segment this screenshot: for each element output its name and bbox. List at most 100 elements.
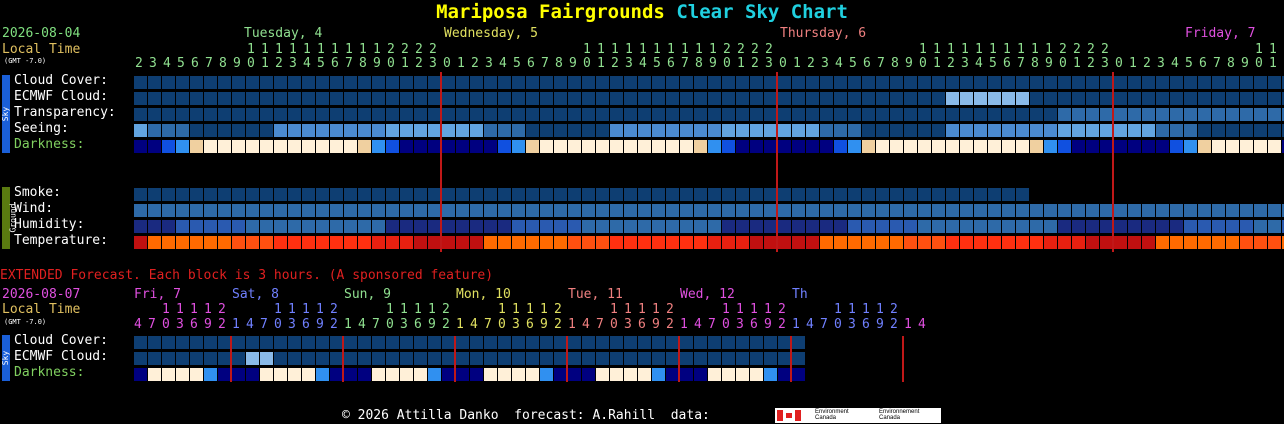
ecmwf-cloud-cell [848,92,861,105]
humidity-cell [918,220,931,233]
extended-darkness-cell [190,368,203,381]
extended-cloud-cell [386,336,399,349]
environment-canada-logo[interactable]: Environment Canada Environnement Canada [775,408,941,423]
darkness-cell [274,140,287,153]
darkness-cell [456,140,469,153]
darkness-cell [834,140,847,153]
extended-ecmwf-cell [274,352,287,365]
seeing-cell [1002,124,1015,137]
transparency-cell [750,108,763,121]
wind-cell [1002,204,1015,217]
transparency-cell [498,108,511,121]
extended-ecmwf-cell [316,352,329,365]
extended-ecmwf-cell [204,352,217,365]
wind-cell [1268,204,1281,217]
darkness-cell [848,140,861,153]
darkness-cell [302,140,315,153]
temperature-cell [596,236,609,249]
darkness-cell [792,140,805,153]
extended-darkness-cell [722,368,735,381]
cloud-cover-cell [610,76,623,89]
extended-day-label: Th [792,287,808,302]
ecmwf-cloud-cell [302,92,315,105]
hour-ones-digit: 8 [555,56,563,71]
seeing-cell [1142,124,1155,137]
ecmwf-cloud-cell [498,92,511,105]
extended-ecmwf-cell [680,352,693,365]
extended-darkness-cell [680,368,693,381]
wind-cell [414,204,427,217]
transparency-cell [162,108,175,121]
humidity-cell [148,220,161,233]
smoke-cell [946,188,959,201]
humidity-cell [694,220,707,233]
extended-cloud-cell [638,336,651,349]
humidity-cell [1086,220,1099,233]
darkness-cell [162,140,175,153]
temperature-cell [260,236,273,249]
hour-ones-digit: 8 [359,56,367,71]
extended-hour-tens-digit: 1 [540,302,548,317]
wind-cell [848,204,861,217]
wind-cell [246,204,259,217]
humidity-cell [162,220,175,233]
hour-ones-digit: 0 [583,56,591,71]
wind-cell [960,204,973,217]
extended-hour-ones-digit: 7 [596,317,604,332]
humidity-cell [498,220,511,233]
transparency-cell [1268,108,1281,121]
hour-tens-digit: 1 [1017,42,1025,57]
darkness-cell [946,140,959,153]
hour-ones-digit: 1 [1073,56,1081,71]
humidity-cell [1142,220,1155,233]
transparency-cell [904,108,917,121]
darkness-label: Darkness: [14,137,85,152]
cloud-cover-cell [568,76,581,89]
extended-ecmwf-cell [694,352,707,365]
humidity-cell [484,220,497,233]
extended-cloud-cell [274,336,287,349]
darkness-cell [1128,140,1141,153]
humidity-cell [890,220,903,233]
darkness-cell [1030,140,1043,153]
ecmwf-cloud-cell [358,92,371,105]
extended-cloud-cell [176,336,189,349]
extended-cloud-cell [204,336,217,349]
hour-ones-digit: 9 [373,56,381,71]
humidity-label: Humidity: [14,217,85,232]
extended-hour-tens-digit: 1 [176,302,184,317]
smoke-cell [988,188,1001,201]
hour-tens-digit: 1 [303,42,311,57]
extended-cloud-cell [610,336,623,349]
cloud-cover-cell [862,76,875,89]
wind-cell [148,204,161,217]
cloud-cover-cell [1086,76,1099,89]
darkness-cell [932,140,945,153]
seeing-cell [1254,124,1267,137]
darkness-cell [344,140,357,153]
smoke-cell [176,188,189,201]
darkness-cell [512,140,525,153]
seeing-cell [890,124,903,137]
hour-ones-digit: 9 [709,56,717,71]
transparency-cell [526,108,539,121]
ecmwf-cloud-cell [344,92,357,105]
hour-ones-digit: 6 [527,56,535,71]
extended-darkness-cell [274,368,287,381]
extended-darkness-cell [260,368,273,381]
darkness-cell [540,140,553,153]
wind-cell [288,204,301,217]
ecmwf-cloud-cell [624,92,637,105]
transparency-cell [260,108,273,121]
extended-cloud-cell [652,336,665,349]
wind-cell [820,204,833,217]
darkness-cell [806,140,819,153]
smoke-cell [302,188,315,201]
temperature-cell [1226,236,1239,249]
wind-cell [470,204,483,217]
extended-ecmwf-cell [176,352,189,365]
hour-ones-digit: 3 [1101,56,1109,71]
extended-hour-ones-digit: 4 [918,317,926,332]
extended-ecmwf-cell [302,352,315,365]
temperature-cell [666,236,679,249]
